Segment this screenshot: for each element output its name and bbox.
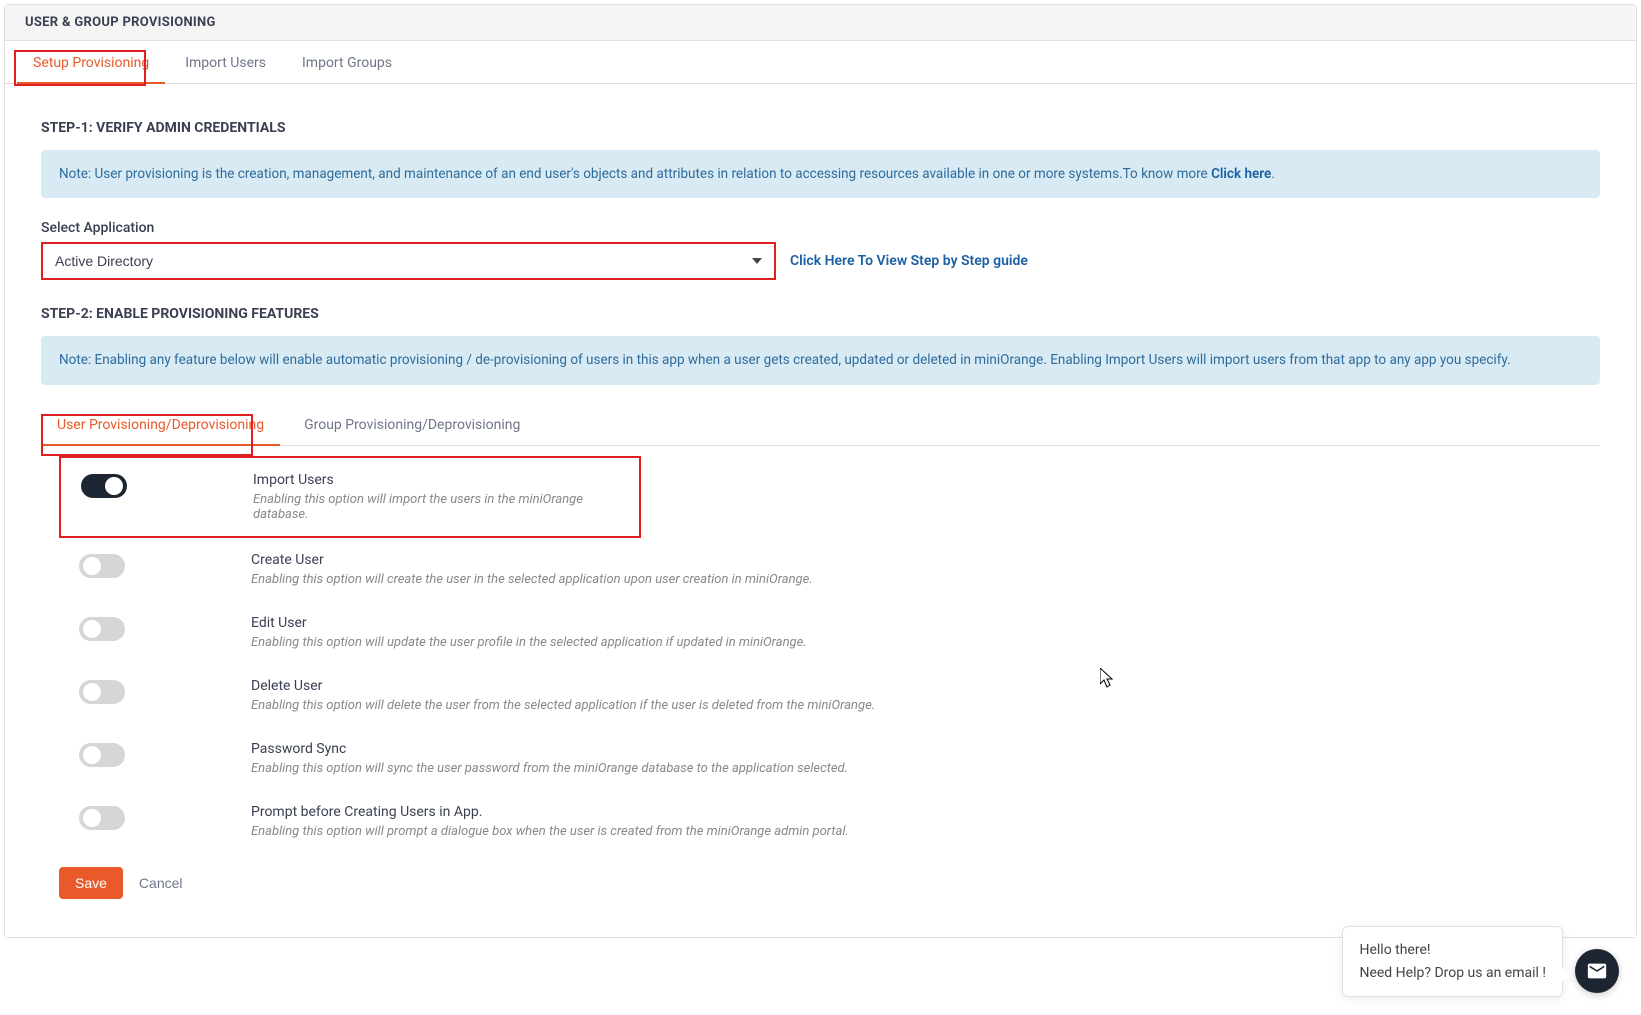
- main-tabs: Setup Provisioning Import Users Import G…: [5, 41, 1636, 84]
- help-line2: Need Help? Drop us an email !: [1359, 962, 1546, 984]
- feature-row-create-user: Create User Enabling this option will cr…: [59, 538, 1600, 601]
- step2-note: Note: Enabling any feature below will en…: [41, 336, 1600, 384]
- step-by-step-guide-link[interactable]: Click Here To View Step by Step guide: [790, 253, 1028, 269]
- toggle-prompt-create[interactable]: [79, 806, 125, 830]
- feature-row-prompt-create: Prompt before Creating Users in App. Ena…: [59, 790, 1600, 853]
- feature-title: Create User: [251, 552, 1588, 568]
- click-here-link[interactable]: Click here: [1211, 166, 1271, 182]
- save-button[interactable]: Save: [59, 867, 123, 899]
- feature-desc: Enabling this option will prompt a dialo…: [251, 824, 1588, 839]
- toggle-password-sync[interactable]: [79, 743, 125, 767]
- mail-icon: [1586, 960, 1608, 982]
- feature-title: Password Sync: [251, 741, 1588, 757]
- select-application[interactable]: Active Directory: [43, 244, 774, 278]
- sub-tabs: User Provisioning/Deprovisioning Group P…: [41, 403, 1600, 446]
- features-list: Import Users Enabling this option will i…: [41, 446, 1600, 853]
- step1-title: STEP-1: VERIFY ADMIN CREDENTIALS: [41, 120, 1600, 136]
- feature-row-import-users: Import Users Enabling this option will i…: [59, 456, 641, 538]
- help-popover: Hello there! Need Help? Drop us an email…: [1342, 926, 1563, 997]
- feature-title: Edit User: [251, 615, 1588, 631]
- sub-tab-group-provisioning[interactable]: Group Provisioning/Deprovisioning: [288, 403, 536, 445]
- step1-note: Note: User provisioning is the creation,…: [41, 150, 1600, 198]
- step1-note-suffix: .: [1271, 166, 1275, 182]
- feature-row-delete-user: Delete User Enabling this option will de…: [59, 664, 1600, 727]
- feature-desc: Enabling this option will import the use…: [253, 492, 627, 522]
- sub-tab-user-provisioning[interactable]: User Provisioning/Deprovisioning: [41, 403, 280, 445]
- toggle-create-user[interactable]: [79, 554, 125, 578]
- feature-desc: Enabling this option will sync the user …: [251, 761, 1588, 776]
- feature-title: Prompt before Creating Users in App.: [251, 804, 1588, 820]
- toggle-edit-user[interactable]: [79, 617, 125, 641]
- select-application-label: Select Application: [41, 220, 1600, 236]
- step1-note-text: Note: User provisioning is the creation,…: [59, 166, 1211, 182]
- step2-title: STEP-2: ENABLE PROVISIONING FEATURES: [41, 306, 1600, 322]
- feature-desc: Enabling this option will create the use…: [251, 572, 1588, 587]
- tab-import-groups[interactable]: Import Groups: [286, 41, 408, 83]
- help-line1: Hello there!: [1359, 939, 1546, 961]
- feature-desc: Enabling this option will delete the use…: [251, 698, 1588, 713]
- help-fab-button[interactable]: [1575, 949, 1619, 993]
- feature-row-password-sync: Password Sync Enabling this option will …: [59, 727, 1600, 790]
- toggle-delete-user[interactable]: [79, 680, 125, 704]
- tab-import-users[interactable]: Import Users: [169, 41, 282, 83]
- cancel-button[interactable]: Cancel: [139, 875, 183, 891]
- feature-title: Delete User: [251, 678, 1588, 694]
- tab-setup-provisioning[interactable]: Setup Provisioning: [17, 41, 165, 83]
- feature-row-edit-user: Edit User Enabling this option will upda…: [59, 601, 1600, 664]
- provisioning-panel: USER & GROUP PROVISIONING Setup Provisio…: [4, 4, 1637, 938]
- panel-title: USER & GROUP PROVISIONING: [5, 5, 1636, 41]
- feature-title: Import Users: [253, 472, 627, 488]
- feature-desc: Enabling this option will update the use…: [251, 635, 1588, 650]
- toggle-import-users[interactable]: [81, 474, 127, 498]
